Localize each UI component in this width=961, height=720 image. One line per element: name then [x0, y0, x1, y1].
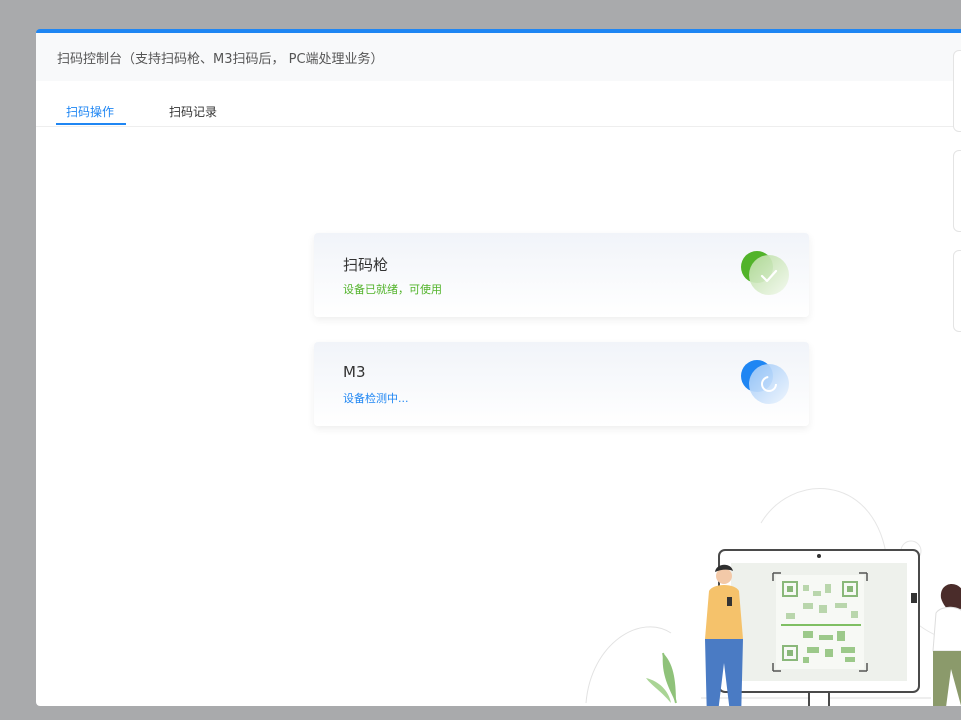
active-tab-indicator: [56, 123, 126, 125]
tab-scan-operation[interactable]: 扫码操作: [66, 103, 114, 120]
title-bar: 扫码控制台（支持扫码枪、M3扫码后， PC端处理业务）: [36, 33, 961, 81]
device-name: M3: [343, 363, 366, 381]
side-panel-1: [953, 50, 961, 132]
qr-code-icon: [772, 572, 868, 672]
side-panel-3: [953, 250, 961, 332]
side-panel-2: [953, 150, 961, 232]
qr-scan-illustration: [585, 488, 961, 706]
device-status: 设备已就绪，可使用: [343, 283, 442, 296]
window-title: 扫码控制台（支持扫码枪、M3扫码后， PC端处理业务）: [57, 51, 384, 67]
device-card-m3: M3 设备检测中...: [314, 342, 809, 426]
check-circle-icon: [741, 251, 789, 295]
device-status: 设备检测中...: [343, 392, 409, 405]
device-name: 扫码枪: [343, 256, 389, 274]
tab-bar: 扫码操作 扫码记录: [36, 81, 961, 127]
scan-console-window: 扫码控制台（支持扫码枪、M3扫码后， PC端处理业务） 扫码操作 扫码记录 扫码…: [36, 29, 961, 706]
device-card-scanner-gun: 扫码枪 设备已就绪，可使用: [314, 233, 809, 317]
loading-circle-icon: [741, 360, 789, 404]
tab-scan-records[interactable]: 扫码记录: [169, 103, 217, 120]
